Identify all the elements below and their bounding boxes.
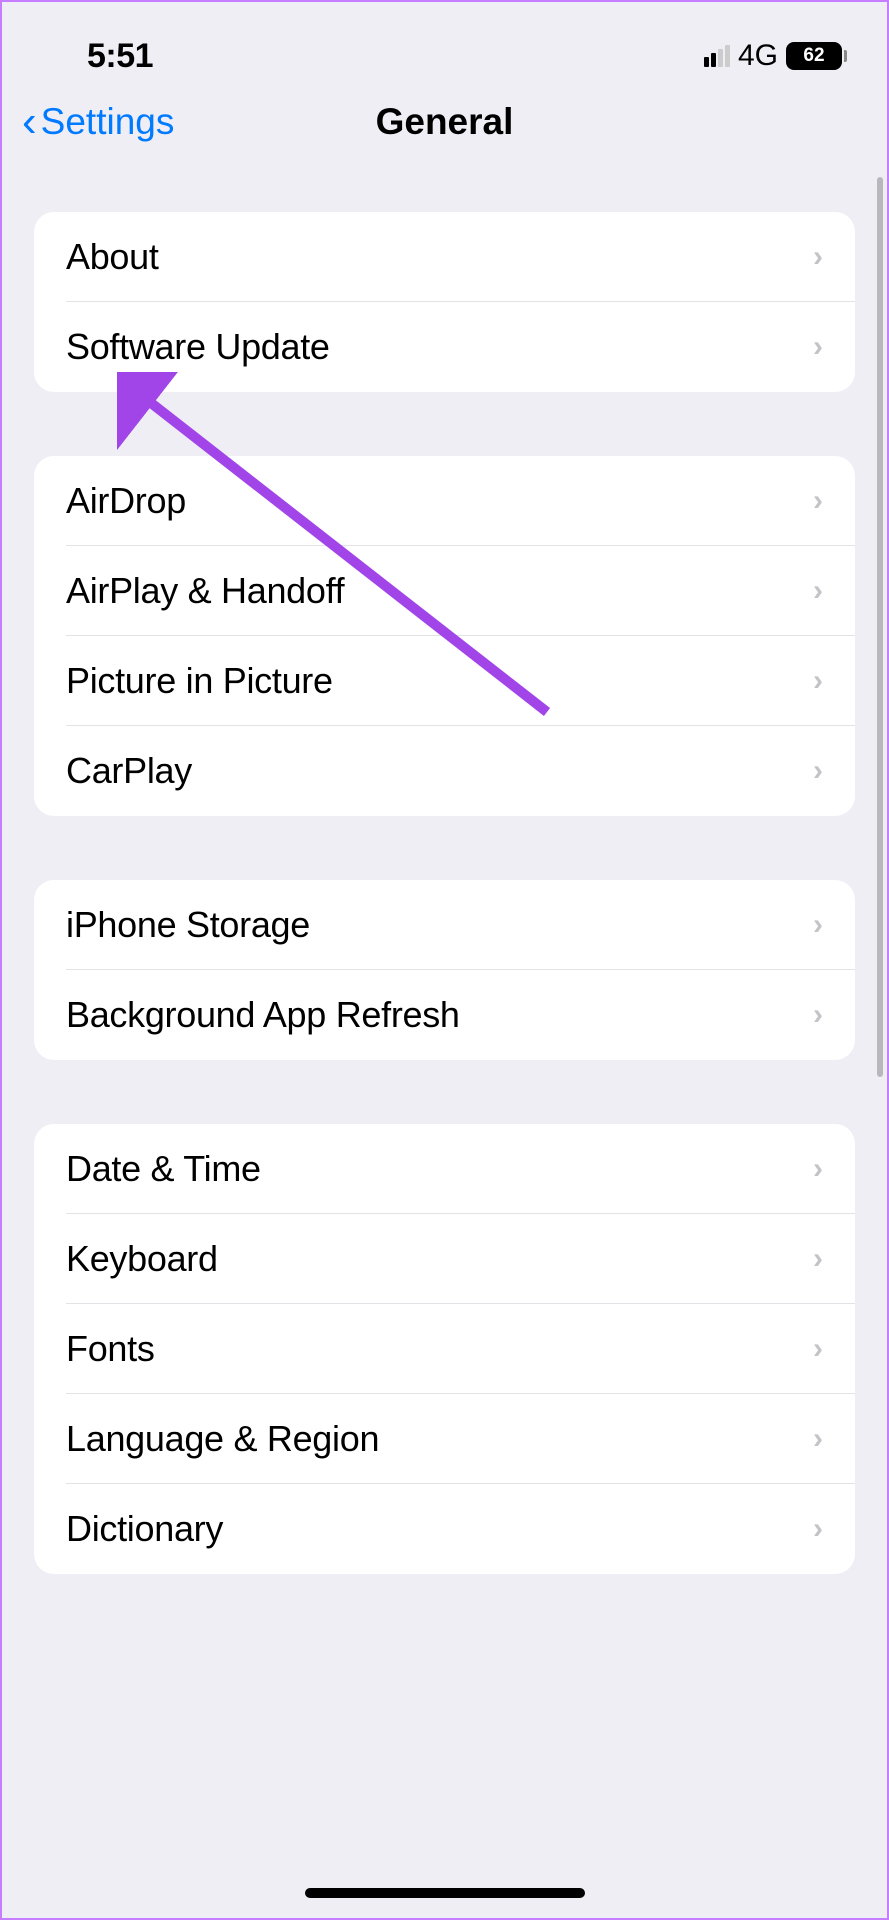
chevron-right-icon: › bbox=[813, 574, 823, 608]
row-dictionary[interactable]: Dictionary › bbox=[34, 1484, 855, 1574]
cellular-signal-icon bbox=[704, 45, 730, 67]
back-button[interactable]: ‹ Settings bbox=[22, 100, 174, 144]
chevron-right-icon: › bbox=[813, 484, 823, 518]
row-label: About bbox=[66, 236, 159, 278]
row-label: Picture in Picture bbox=[66, 660, 333, 702]
chevron-left-icon: ‹ bbox=[22, 100, 37, 144]
settings-section: Date & Time › Keyboard › Fonts › Languag… bbox=[34, 1124, 855, 1574]
row-date-time[interactable]: Date & Time › bbox=[34, 1124, 855, 1214]
row-label: iPhone Storage bbox=[66, 904, 310, 946]
row-picture-in-picture[interactable]: Picture in Picture › bbox=[34, 636, 855, 726]
row-background-app-refresh[interactable]: Background App Refresh › bbox=[34, 970, 855, 1060]
settings-section: About › Software Update › bbox=[34, 212, 855, 392]
row-carplay[interactable]: CarPlay › bbox=[34, 726, 855, 816]
network-type-label: 4G bbox=[738, 39, 778, 73]
chevron-right-icon: › bbox=[813, 754, 823, 788]
row-label: Language & Region bbox=[66, 1418, 379, 1460]
row-airplay-handoff[interactable]: AirPlay & Handoff › bbox=[34, 546, 855, 636]
battery-level: 62 bbox=[786, 42, 842, 70]
row-label: CarPlay bbox=[66, 750, 192, 792]
row-label: Keyboard bbox=[66, 1238, 218, 1280]
settings-content[interactable]: About › Software Update › AirDrop › AirP… bbox=[2, 172, 887, 1574]
status-indicators: 4G 62 bbox=[704, 39, 847, 73]
chevron-right-icon: › bbox=[813, 908, 823, 942]
home-indicator[interactable] bbox=[305, 1888, 585, 1898]
status-time: 5:51 bbox=[87, 37, 153, 76]
navigation-bar: ‹ Settings General bbox=[2, 82, 887, 172]
settings-section: AirDrop › AirPlay & Handoff › Picture in… bbox=[34, 456, 855, 816]
row-software-update[interactable]: Software Update › bbox=[34, 302, 855, 392]
back-label: Settings bbox=[41, 101, 175, 143]
battery-icon: 62 bbox=[786, 42, 847, 70]
row-label: Background App Refresh bbox=[66, 994, 460, 1036]
chevron-right-icon: › bbox=[813, 330, 823, 364]
chevron-right-icon: › bbox=[813, 1152, 823, 1186]
chevron-right-icon: › bbox=[813, 1332, 823, 1366]
chevron-right-icon: › bbox=[813, 240, 823, 274]
row-label: AirPlay & Handoff bbox=[66, 570, 344, 612]
row-about[interactable]: About › bbox=[34, 212, 855, 302]
row-label: Dictionary bbox=[66, 1508, 223, 1550]
row-label: Software Update bbox=[66, 326, 330, 368]
page-title: General bbox=[376, 101, 514, 143]
row-keyboard[interactable]: Keyboard › bbox=[34, 1214, 855, 1304]
row-language-region[interactable]: Language & Region › bbox=[34, 1394, 855, 1484]
settings-section: iPhone Storage › Background App Refresh … bbox=[34, 880, 855, 1060]
row-label: AirDrop bbox=[66, 480, 186, 522]
row-airdrop[interactable]: AirDrop › bbox=[34, 456, 855, 546]
row-label: Date & Time bbox=[66, 1148, 261, 1190]
chevron-right-icon: › bbox=[813, 1242, 823, 1276]
row-label: Fonts bbox=[66, 1328, 155, 1370]
chevron-right-icon: › bbox=[813, 664, 823, 698]
chevron-right-icon: › bbox=[813, 998, 823, 1032]
row-fonts[interactable]: Fonts › bbox=[34, 1304, 855, 1394]
status-bar: 5:51 4G 62 bbox=[2, 2, 887, 82]
chevron-right-icon: › bbox=[813, 1512, 823, 1546]
chevron-right-icon: › bbox=[813, 1422, 823, 1456]
scrollbar[interactable] bbox=[877, 177, 883, 1077]
row-iphone-storage[interactable]: iPhone Storage › bbox=[34, 880, 855, 970]
